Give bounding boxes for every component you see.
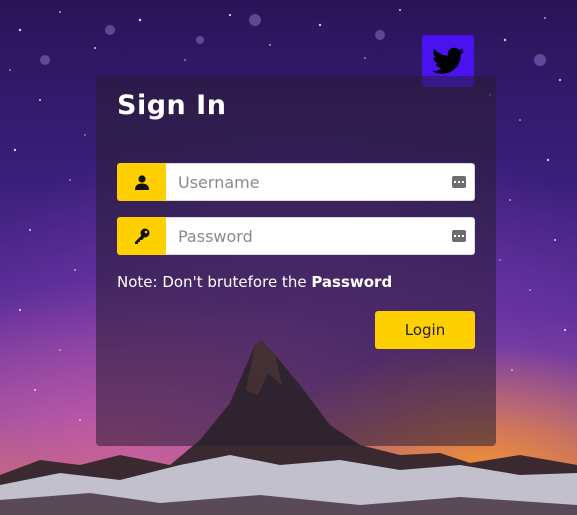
password-input[interactable] bbox=[166, 218, 474, 254]
password-field-group bbox=[117, 217, 475, 255]
twitter-icon bbox=[432, 47, 464, 74]
username-field-group bbox=[117, 163, 475, 201]
user-icon bbox=[134, 174, 149, 190]
password-icon-box bbox=[117, 217, 166, 255]
username-input-wrap bbox=[166, 163, 475, 201]
note-text: Note: Don't brutefore the bbox=[117, 273, 312, 291]
username-autofill-icon[interactable] bbox=[452, 176, 466, 188]
login-button[interactable]: Login bbox=[375, 311, 475, 349]
sign-in-card: Sign In Note: Don't brutefore the Passwo… bbox=[96, 76, 496, 446]
password-input-wrap bbox=[166, 217, 475, 255]
password-autofill-icon[interactable] bbox=[452, 230, 466, 242]
note-emphasis: Password bbox=[311, 273, 393, 291]
username-input[interactable] bbox=[166, 164, 474, 200]
sign-in-title: Sign In bbox=[117, 90, 227, 121]
username-icon-box bbox=[117, 163, 166, 201]
key-icon bbox=[134, 228, 149, 244]
brute-force-note: Note: Don't brutefore the Password bbox=[117, 273, 392, 291]
